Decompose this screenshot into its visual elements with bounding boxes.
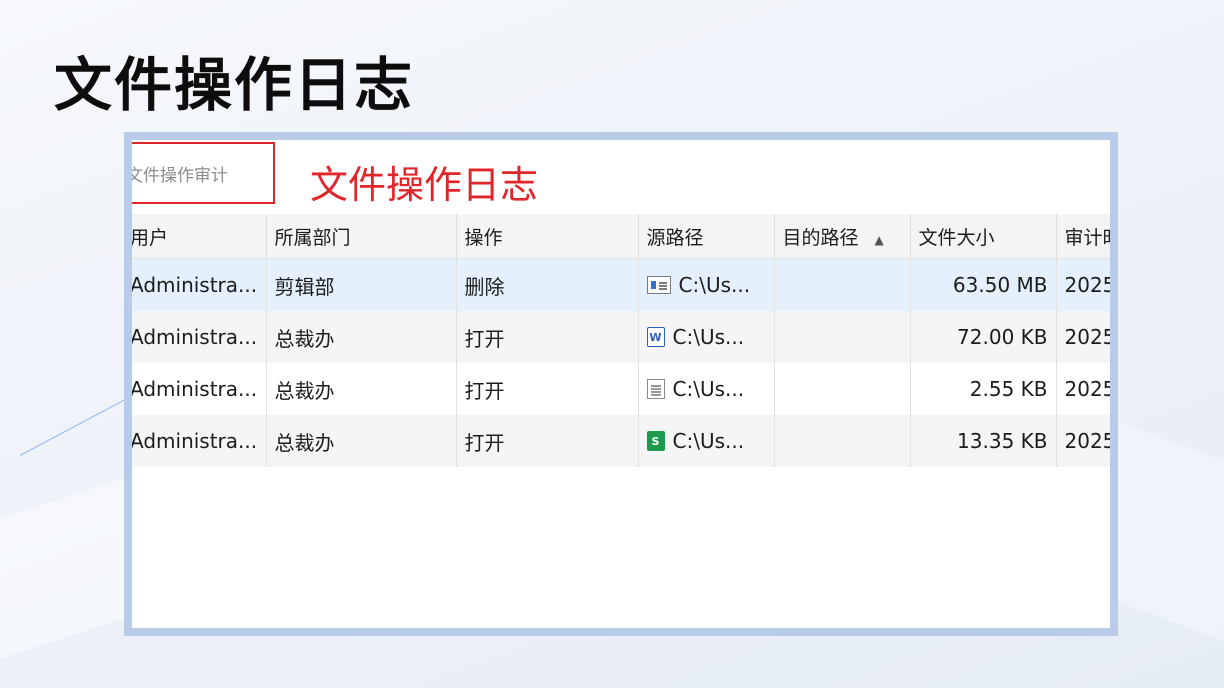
- cell-dept: 总裁办: [266, 363, 457, 415]
- column-header-source-path[interactable]: 源路径: [638, 214, 775, 259]
- file-log-table: 用户 所属部门 操作 源路径 目的路径 ▲ 文件大小 审计时 Administra…: [132, 214, 1110, 467]
- column-header-user[interactable]: 用户: [132, 214, 267, 259]
- cell-file-size: 63.50 MB: [910, 258, 1057, 311]
- generic-file-icon: [646, 276, 671, 294]
- screenshot-frame: 文件操作审计 文件操作日志 用户 所属部门 操作 源路径 目的路径 ▲ 文件大小 …: [124, 132, 1118, 636]
- table-header-row: 用户 所属部门 操作 源路径 目的路径 ▲ 文件大小 审计时: [132, 214, 1110, 259]
- word-doc-icon: W: [646, 327, 665, 347]
- cell-audit-time: 2025: [1056, 363, 1110, 415]
- cell-file-size: 2.55 KB: [910, 363, 1057, 415]
- cell-file-size: 13.35 KB: [910, 415, 1057, 467]
- cell-source-path: W C:\Us...: [638, 311, 775, 363]
- cell-dest-path: [774, 363, 911, 415]
- cell-action: 打开: [456, 363, 639, 415]
- cell-audit-time: 2025: [1056, 258, 1110, 311]
- slide-title: 文件操作日志: [54, 51, 415, 119]
- cell-user: Administra...: [132, 258, 267, 311]
- table-row[interactable]: Administra... 剪辑部 删除 C:\Us... 63.50 MB 2…: [132, 258, 1110, 311]
- sort-ascending-icon: ▲: [874, 232, 884, 247]
- cell-dest-path: [774, 415, 911, 467]
- cell-audit-time: 2025: [1056, 311, 1110, 363]
- cell-file-size: 72.00 KB: [910, 311, 1057, 363]
- cell-action: 删除: [456, 258, 639, 311]
- annotation-label: 文件操作日志: [310, 163, 539, 207]
- table-row[interactable]: Administra... 总裁办 打开 C:\Us... 2.55 KB 20…: [132, 363, 1110, 415]
- cell-user: Administra...: [132, 311, 267, 363]
- cell-source-path: S C:\Us...: [638, 415, 775, 467]
- cell-audit-time: 2025: [1056, 415, 1110, 467]
- cell-action: 打开: [456, 311, 639, 363]
- column-header-file-size[interactable]: 文件大小: [910, 214, 1057, 259]
- cell-user: Administra...: [132, 363, 267, 415]
- cell-dept: 总裁办: [266, 415, 457, 467]
- table-row[interactable]: Administra... 总裁办 打开 W C:\Us... 72.00 KB …: [132, 311, 1110, 363]
- cell-user: Administra...: [132, 415, 267, 467]
- cell-dept: 剪辑部: [266, 258, 457, 311]
- table-row[interactable]: Administra... 总裁办 打开 S C:\Us... 13.35 KB …: [132, 415, 1110, 467]
- spreadsheet-icon: S: [646, 431, 665, 451]
- cell-dept: 总裁办: [266, 311, 457, 363]
- cell-source-path: C:\Us...: [638, 258, 775, 311]
- audit-tab-highlight[interactable]: 文件操作审计: [126, 142, 275, 204]
- cell-action: 打开: [456, 415, 639, 467]
- text-file-icon: [646, 379, 665, 399]
- cell-dest-path: [774, 311, 911, 363]
- column-header-action[interactable]: 操作: [456, 214, 639, 259]
- audit-tab-label: 文件操作审计: [126, 165, 228, 186]
- column-header-dept[interactable]: 所属部门: [266, 214, 457, 259]
- cell-dest-path: [774, 258, 911, 311]
- cell-source-path: C:\Us...: [638, 363, 775, 415]
- column-header-audit-time[interactable]: 审计时: [1056, 214, 1110, 259]
- column-header-dest-path[interactable]: 目的路径 ▲: [774, 214, 911, 259]
